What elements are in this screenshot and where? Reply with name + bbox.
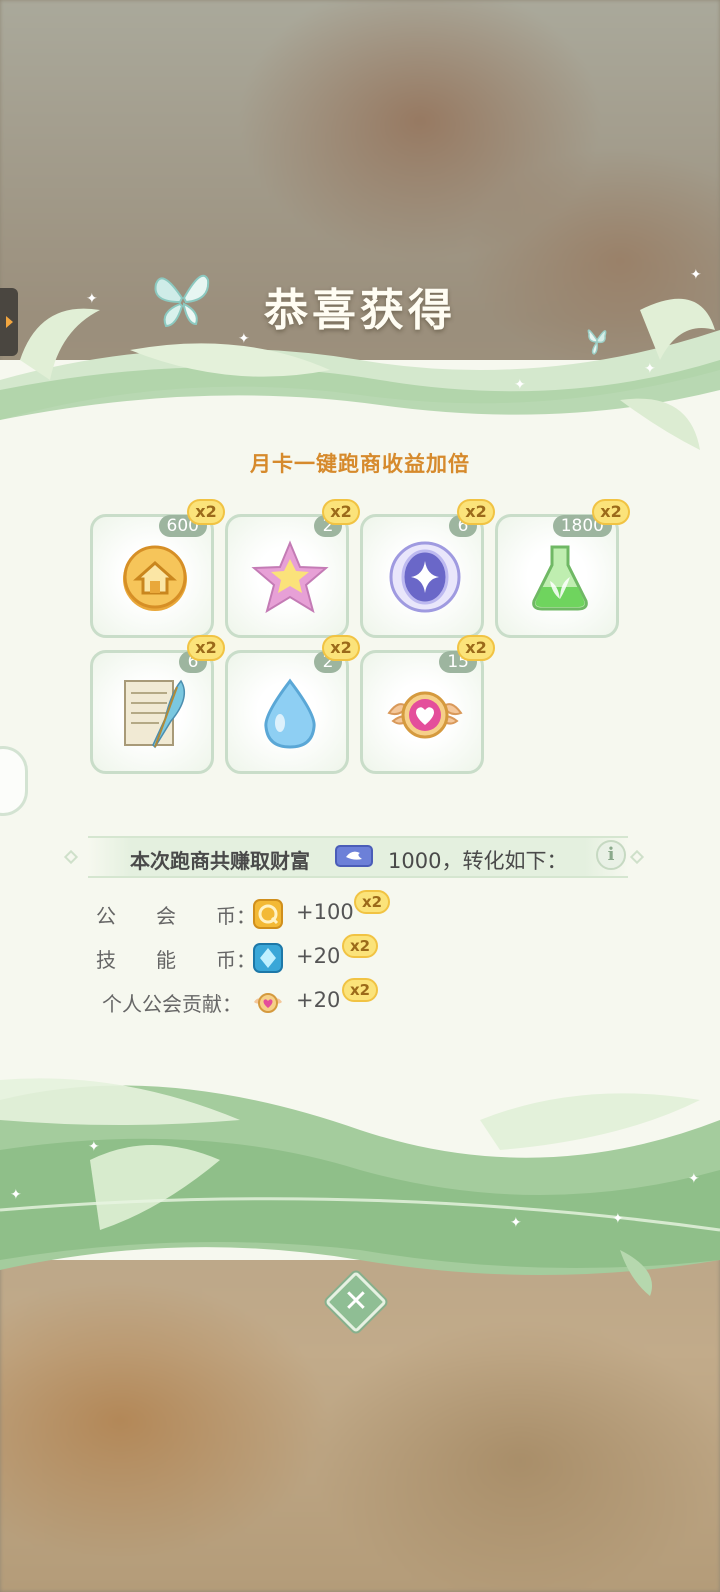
item-multiplier-badge: x2 (592, 499, 630, 525)
item-multiplier-badge: x2 (457, 499, 495, 525)
guild-coin-icon (253, 899, 283, 929)
item-multiplier-badge: x2 (322, 499, 360, 525)
sparkle-icon: ✦ (510, 1215, 522, 1231)
conversion-row-skill-coin: 技 能 币： +20 x2 (96, 934, 416, 974)
reward-item[interactable]: 2 x2 (225, 635, 360, 774)
green-potion-flask-icon (532, 545, 588, 611)
conversion-label: 个人公会贡献： (102, 992, 242, 1016)
sparkle-icon: ✦ (86, 291, 98, 307)
purple-sparkle-medal-icon (389, 541, 461, 613)
reward-item[interactable]: 6 x2 (360, 499, 495, 638)
reward-item[interactable]: 600 x2 (90, 499, 225, 638)
wealth-value-text: 1000 (388, 849, 442, 873)
item-multiplier-badge: x2 (457, 635, 495, 661)
sparkle-icon: ✦ (88, 1139, 100, 1155)
sparkle-icon: ✦ (612, 1211, 624, 1227)
wealth-prefix: 本次跑商共赚取财富 (130, 849, 310, 873)
page-title: 恭喜获得 (264, 285, 456, 336)
gold-coin-house-icon (123, 545, 187, 611)
bottom-leaf-decoration (0, 1078, 720, 1296)
skill-coin-icon (253, 943, 283, 973)
wealth-suffix: ，转化如下： (441, 849, 568, 873)
monthly-card-bonus-title: 月卡一键跑商收益加倍 (250, 452, 470, 476)
conversion-multiplier-badge: x2 (342, 978, 378, 1002)
reward-item[interactable]: 15 x2 (360, 635, 495, 774)
sparkle-icon: ✦ (10, 1187, 22, 1203)
conversion-row-guild-coin: 公 会 币： +100 x2 (96, 890, 416, 930)
sparkle-icon: ✦ (238, 331, 250, 347)
wealth-amount: 1000，转化如下： (388, 845, 567, 875)
heart-emblem-icon (387, 691, 463, 739)
sparkle-icon: ✦ (644, 361, 656, 377)
reward-item[interactable]: 2 x2 (225, 499, 360, 638)
conversion-value: +100 (296, 900, 354, 924)
sparkle-icon: ✦ (688, 1171, 700, 1187)
sparkle-icon: ✦ (690, 267, 702, 283)
conversion-label: 技 能 币： (96, 948, 256, 972)
paper-quill-icon (124, 679, 186, 749)
conversion-row-guild-contribution: 个人公会贡献： +20 x2 (96, 978, 416, 1018)
conversion-label: 公 会 币： (96, 904, 256, 928)
conversion-value: +20 (296, 944, 341, 968)
sparkle-icon: ✦ (514, 377, 526, 393)
pink-star-icon (251, 540, 329, 614)
guild-contribution-icon (254, 993, 282, 1013)
reward-item[interactable]: 1800 x2 (495, 499, 630, 638)
conversion-value: +20 (296, 988, 341, 1012)
reward-item[interactable]: 6 x2 (90, 635, 225, 774)
info-button[interactable]: i (596, 840, 626, 870)
item-multiplier-badge: x2 (187, 635, 225, 661)
blue-water-drop-icon (264, 678, 316, 749)
item-multiplier-badge: x2 (187, 499, 225, 525)
small-butterfly-icon (587, 329, 607, 355)
item-multiplier-badge: x2 (322, 635, 360, 661)
wealth-ticket-icon (335, 845, 373, 867)
title-row: 恭喜获得 (0, 268, 720, 355)
close-icon: ✕ (343, 1284, 369, 1319)
conversion-multiplier-badge: x2 (342, 934, 378, 958)
conversion-multiplier-badge: x2 (354, 890, 390, 914)
